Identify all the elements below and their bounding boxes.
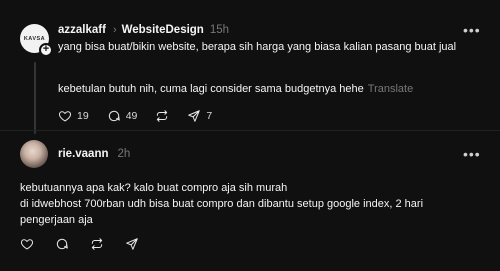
post-text-secondary: kebetulan butuh nih, cuma lagi consider … xyxy=(58,83,364,95)
reply-more-options-icon[interactable]: ••• xyxy=(463,147,481,161)
like-button[interactable]: 19 xyxy=(58,109,89,123)
post-actions: 19 49 7 xyxy=(58,109,230,123)
repost-icon xyxy=(157,110,168,122)
heart-icon xyxy=(58,111,72,122)
comment-button[interactable]: 49 xyxy=(107,109,138,123)
chevron-right-icon: › xyxy=(112,24,117,36)
share-button[interactable]: 7 xyxy=(187,109,212,123)
share-icon xyxy=(188,110,201,122)
share-icon xyxy=(126,238,138,250)
reply-text-line-1: kebutuannya apa kak? kalo buat compro aj… xyxy=(20,182,288,194)
reply-like-button[interactable] xyxy=(20,237,34,251)
like-count: 19 xyxy=(77,110,89,122)
avatar-photo xyxy=(20,140,48,168)
share-count: 7 xyxy=(206,110,213,122)
reply-text-line-2: di idwebhost 700rban udh bisa buat compr… xyxy=(20,198,424,226)
follow-plus-icon[interactable]: + xyxy=(39,43,53,57)
post-divider xyxy=(0,130,500,131)
thread-feed: KAVSA + azzalkaff › WebsiteDesign 15h ••… xyxy=(0,0,500,271)
heart-icon xyxy=(20,239,34,250)
translate-link[interactable]: Translate xyxy=(368,83,413,95)
reply-header: rie.vaann 2h xyxy=(58,148,130,160)
author-avatar[interactable]: KAVSA + xyxy=(20,24,53,57)
reply-repost-button[interactable] xyxy=(90,237,104,251)
post-text-2: kebetulan butuh nih, cuma lagi consider … xyxy=(58,81,478,97)
reply-author-avatar[interactable] xyxy=(20,140,48,168)
post-text: yang bisa buat/bikin website, berapa sih… xyxy=(58,41,457,53)
thread-connector-line xyxy=(34,62,36,134)
more-options-icon[interactable]: ••• xyxy=(463,23,481,37)
community-name[interactable]: WebsiteDesign xyxy=(122,24,204,36)
post-time: 15h xyxy=(209,24,230,36)
repost-icon xyxy=(91,238,103,250)
post-header: azzalkaff › WebsiteDesign 15h xyxy=(58,24,229,36)
reply-username[interactable]: rie.vaann xyxy=(58,148,109,160)
reply-comment-button[interactable] xyxy=(55,237,69,251)
reply-share-button[interactable] xyxy=(125,237,139,251)
comment-icon xyxy=(108,110,120,122)
author-username[interactable]: azzalkaff xyxy=(58,24,106,36)
comment-count: 49 xyxy=(125,110,138,122)
reply-text: kebutuannya apa kak? kalo buat compro aj… xyxy=(20,180,480,228)
reply-time: 2h xyxy=(117,148,131,160)
reply-actions xyxy=(20,237,160,251)
repost-button[interactable] xyxy=(155,109,169,123)
comment-icon xyxy=(56,238,68,250)
